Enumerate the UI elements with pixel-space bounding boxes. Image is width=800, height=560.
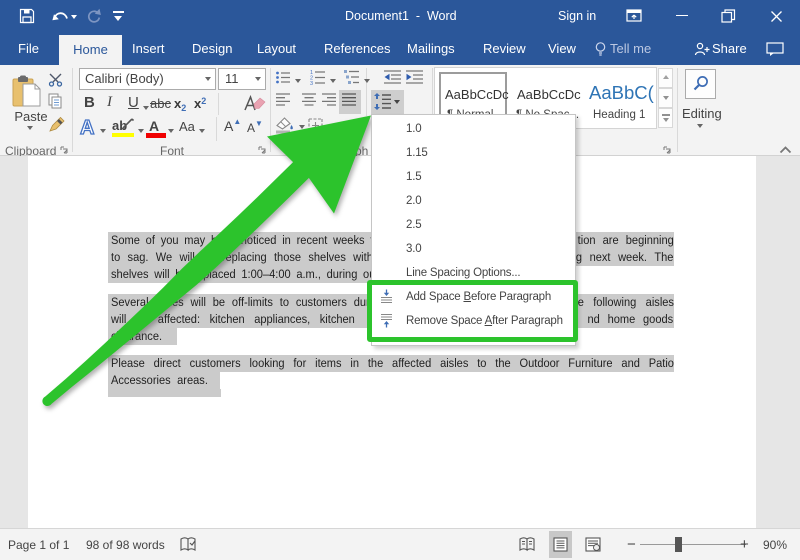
svg-text:3: 3 (310, 81, 313, 85)
